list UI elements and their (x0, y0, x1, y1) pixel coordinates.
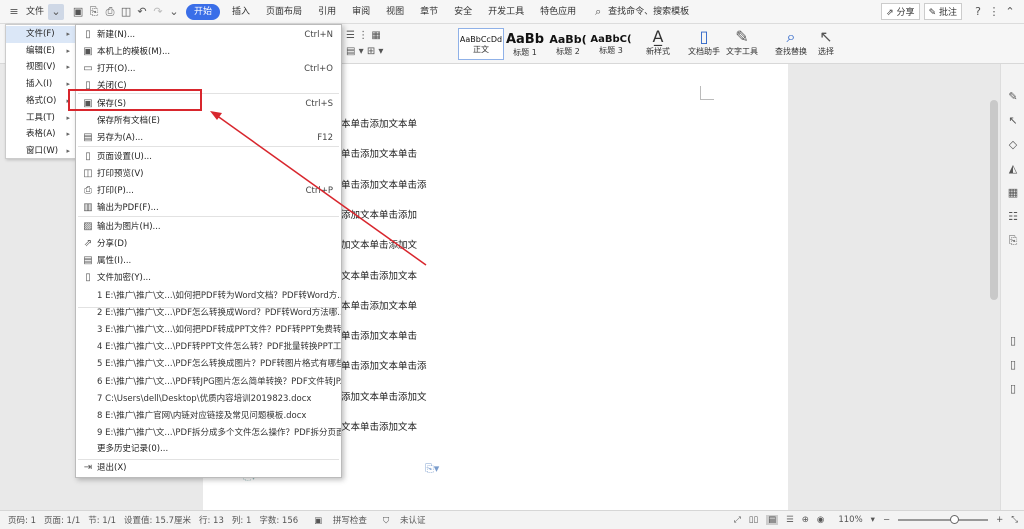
wps-writer-window: ≡ 文件 ⌄ ▣ ⎘ ⎙ ◫ ↶ ↷ ⌄ 开始 插入 页面布局 引用 审阅 视图 章节 安全开… (0, 0, 1024, 529)
annotation-arrow (210, 111, 427, 266)
